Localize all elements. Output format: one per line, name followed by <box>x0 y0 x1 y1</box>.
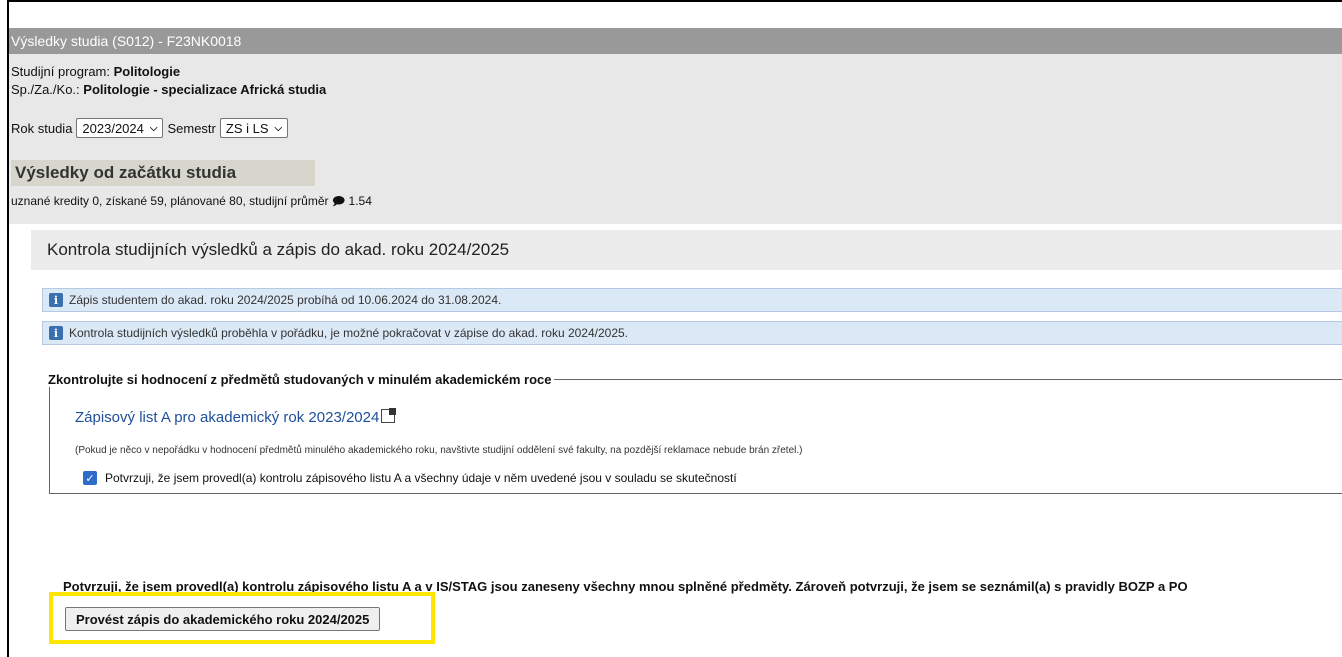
kontrola-title: Kontrola studijních výsledků a zápis do … <box>31 230 1342 270</box>
zapisovy-list-link-text: Zápisový list A pro akademický rok 2023/… <box>75 409 380 426</box>
window-title: Výsledky studia (S012) - F23NK0018 <box>9 28 1342 54</box>
submit-enrollment-button[interactable]: Provést zápis do akademického roku 2024/… <box>65 607 381 631</box>
specialization-line: Sp./Za./Ko.: Politologie - specializace … <box>11 82 326 97</box>
filter-row: Rok studia 2023/2024 ⌵ Semestr ZS i LS ⌵ <box>11 118 289 138</box>
check-fieldset: Zkontrolujte si hodnocení z předmětů stu… <box>48 372 1342 494</box>
average-value: 1.54 <box>348 194 372 208</box>
chevron-down-icon: ⌵ <box>274 122 283 134</box>
year-select[interactable]: 2023/2024 ⌵ <box>76 118 164 138</box>
year-select-value: 2023/2024 <box>82 120 144 136</box>
complaint-note: (Pokud je něco v nepořádku v hodnocení p… <box>75 445 803 456</box>
confirm-label: Potvrzuji, že jsem provedl(a) kontrolu z… <box>105 471 737 485</box>
chevron-down-icon: ⌵ <box>149 122 158 134</box>
results-summary-text: uznané kredity 0, získané 59, plánované … <box>11 194 329 208</box>
comment-icon[interactable]: 🗩 <box>332 194 345 208</box>
info-message-text: Kontrola studijních výsledků proběhla v … <box>69 326 629 340</box>
semester-select[interactable]: ZS i LS ⌵ <box>219 118 289 138</box>
semester-label: Semestr <box>167 120 216 136</box>
fieldset-legend: Zkontrolujte si hodnocení z předmětů stu… <box>48 372 552 387</box>
info-icon: i <box>49 293 63 307</box>
results-summary: uznané kredity 0, získané 59, plánované … <box>11 192 372 213</box>
study-program-line: Studijní program: Politologie <box>11 64 180 79</box>
confirm-checkbox[interactable]: ✓ <box>83 471 97 485</box>
external-link-icon <box>381 408 397 423</box>
main-frame: Výsledky studia (S012) - F23NK0018 Studi… <box>7 0 1342 657</box>
info-message-text: Zápis studentem do akad. roku 2024/2025 … <box>69 293 502 307</box>
confirm-row: ✓ Potvrzuji, že jsem provedl(a) kontrolu… <box>83 471 737 485</box>
semester-select-value: ZS i LS <box>225 120 269 136</box>
info-message-enrollment: i Zápis studentem do akad. roku 2024/202… <box>42 288 1342 312</box>
year-label: Rok studia <box>11 120 73 136</box>
spec-value: Politologie - specializace Africká studi… <box>83 82 327 97</box>
program-value: Politologie <box>113 64 181 79</box>
spec-label: Sp./Za./Ko.: <box>11 82 80 97</box>
results-title: Výsledky od začátku studia <box>11 160 315 186</box>
program-label: Studijní program: <box>11 64 110 79</box>
submit-highlight: Provést zápis do akademického roku 2024/… <box>49 592 435 644</box>
zapisovy-list-link[interactable]: Zápisový list A pro akademický rok 2023/… <box>75 408 397 426</box>
info-icon: i <box>49 326 63 340</box>
info-message-check: i Kontrola studijních výsledků proběhla … <box>42 321 1342 345</box>
